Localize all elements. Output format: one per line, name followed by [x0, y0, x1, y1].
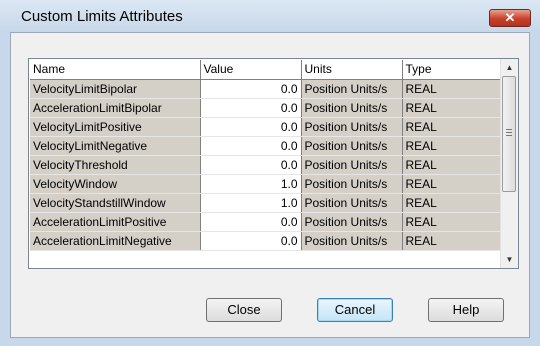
cell-value[interactable]: 0.0 [200, 79, 302, 99]
close-window-icon[interactable]: ✕ [489, 9, 531, 27]
cell-units: Position Units/s [301, 136, 403, 156]
cell-units: Position Units/s [301, 174, 403, 194]
cell-units: Position Units/s [301, 193, 403, 213]
cell-type: REAL [402, 98, 502, 118]
cell-name: VelocityLimitNegative [30, 136, 201, 156]
column-header-type[interactable]: Type [402, 60, 502, 80]
table-row[interactable]: VelocityLimitPositive 0.0 Position Units… [30, 117, 502, 137]
scroll-up-icon[interactable]: ▲ [501, 59, 518, 76]
column-header-value[interactable]: Value [200, 60, 302, 80]
title-bar[interactable]: Custom Limits Attributes ✕ [0, 0, 540, 30]
cell-type: REAL [402, 212, 502, 232]
cell-units: Position Units/s [301, 98, 403, 118]
help-button[interactable]: Help [428, 298, 504, 322]
cell-name: VelocityLimitBipolar [30, 79, 201, 99]
cell-name: VelocityLimitPositive [30, 117, 201, 137]
column-header-name[interactable]: Name [30, 60, 201, 80]
column-header-units[interactable]: Units [301, 60, 403, 80]
table-row[interactable]: VelocityWindow 1.0 Position Units/s REAL [30, 174, 502, 194]
cell-name: VelocityWindow [30, 174, 201, 194]
cell-type: REAL [402, 193, 502, 213]
cell-name: AccelerationLimitBipolar [30, 98, 201, 118]
grip-icon [506, 129, 512, 136]
cell-value[interactable]: 0.0 [200, 212, 302, 232]
cell-value[interactable]: 1.0 [200, 174, 302, 194]
scrollbar-thumb[interactable] [502, 76, 516, 192]
cell-value[interactable]: 0.0 [200, 136, 302, 156]
cell-units: Position Units/s [301, 212, 403, 232]
dialog-body: Name Value Units Type VelocityLimitBipol… [10, 32, 530, 338]
close-button[interactable]: Close [206, 298, 282, 322]
cell-value[interactable]: 0.0 [200, 231, 302, 251]
cell-type: REAL [402, 174, 502, 194]
cell-value[interactable]: 0.0 [200, 117, 302, 137]
cell-name: VelocityStandstillWindow [30, 193, 201, 213]
attributes-grid: Name Value Units Type VelocityLimitBipol… [28, 58, 519, 269]
dialog-title: Custom Limits Attributes [21, 8, 183, 25]
cell-units: Position Units/s [301, 117, 403, 137]
cancel-button[interactable]: Cancel [317, 298, 393, 322]
cell-type: REAL [402, 155, 502, 175]
table-row[interactable]: AccelerationLimitNegative 0.0 Position U… [30, 231, 502, 251]
cell-type: REAL [402, 231, 502, 251]
cell-name: AccelerationLimitPositive [30, 212, 201, 232]
attributes-table: Name Value Units Type VelocityLimitBipol… [30, 60, 502, 251]
cell-type: REAL [402, 79, 502, 99]
table-row[interactable]: AccelerationLimitBipolar 0.0 Position Un… [30, 98, 502, 118]
cell-units: Position Units/s [301, 231, 403, 251]
table-row[interactable]: VelocityStandstillWindow 1.0 Position Un… [30, 193, 502, 213]
table-row[interactable]: VelocityLimitBipolar 0.0 Position Units/… [30, 79, 502, 99]
cell-units: Position Units/s [301, 155, 403, 175]
table-row[interactable]: VelocityThreshold 0.0 Position Units/s R… [30, 155, 502, 175]
cell-value[interactable]: 1.0 [200, 193, 302, 213]
cell-name: VelocityThreshold [30, 155, 201, 175]
cell-type: REAL [402, 117, 502, 137]
cell-value[interactable]: 0.0 [200, 98, 302, 118]
table-row[interactable]: AccelerationLimitPositive 0.0 Position U… [30, 212, 502, 232]
cell-units: Position Units/s [301, 79, 403, 99]
vertical-scrollbar[interactable]: ▲ ▼ [500, 59, 518, 268]
cell-type: REAL [402, 136, 502, 156]
header-row: Name Value Units Type [30, 60, 502, 80]
scroll-down-icon[interactable]: ▼ [501, 251, 518, 268]
cell-value[interactable]: 0.0 [200, 155, 302, 175]
cell-name: AccelerationLimitNegative [30, 231, 201, 251]
table-row[interactable]: VelocityLimitNegative 0.0 Position Units… [30, 136, 502, 156]
dialog-window: Custom Limits Attributes ✕ Name Value Un… [0, 0, 540, 346]
